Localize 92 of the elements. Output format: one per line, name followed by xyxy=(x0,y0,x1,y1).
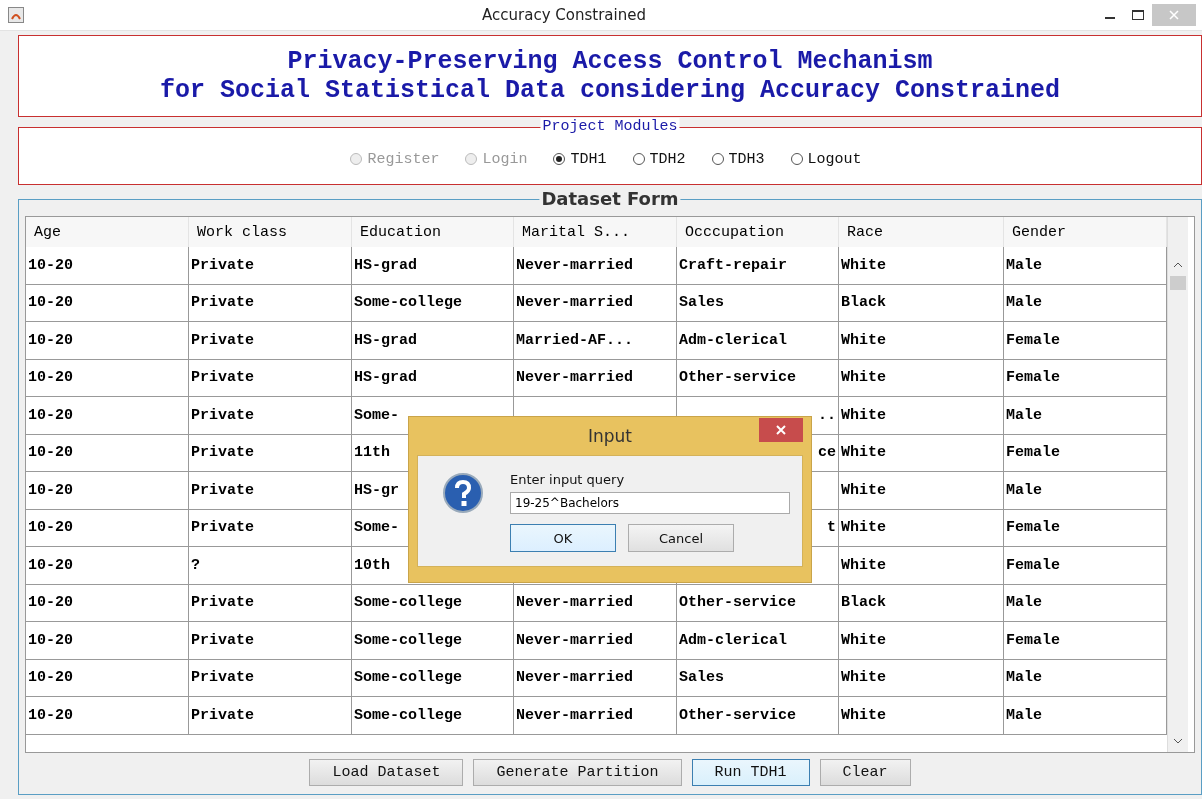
table-cell: Other-service xyxy=(677,584,839,622)
panel-legend: Project Modules xyxy=(540,118,680,136)
table-cell: 10-20 xyxy=(26,547,189,585)
table-cell: Some-college xyxy=(352,622,514,660)
table-cell: Never-married xyxy=(514,359,677,397)
table-cell: 10-20 xyxy=(26,584,189,622)
table-cell: 10-20 xyxy=(26,359,189,397)
table-cell: Private xyxy=(189,247,352,285)
table-cell: Married-AF... xyxy=(514,322,677,360)
close-icon[interactable] xyxy=(776,425,786,435)
table-cell: White xyxy=(839,359,1004,397)
table-cell: 10-20 xyxy=(26,659,189,697)
action-button[interactable]: Run TDH1 xyxy=(691,759,810,786)
dialog-button[interactable]: Cancel xyxy=(628,524,734,552)
column-header[interactable]: Gender xyxy=(1004,217,1167,247)
table-cell: White xyxy=(839,697,1004,735)
table-cell: Private xyxy=(189,472,352,510)
table-cell: Private xyxy=(189,622,352,660)
table-cell: Some-college xyxy=(352,697,514,735)
table-cell: Private xyxy=(189,584,352,622)
action-button[interactable]: Clear xyxy=(819,759,911,786)
table-cell: Sales xyxy=(677,284,839,322)
module-radio[interactable]: TDH2 xyxy=(632,150,686,168)
table-cell: White xyxy=(839,547,1004,585)
table-cell: 10-20 xyxy=(26,284,189,322)
table-cell: Never-married xyxy=(514,584,677,622)
dialog-button[interactable]: OK xyxy=(510,524,616,552)
table-cell: Private xyxy=(189,359,352,397)
table-cell: Black xyxy=(839,584,1004,622)
table-cell: Private xyxy=(189,697,352,735)
table-cell: Some-college xyxy=(352,659,514,697)
close-button[interactable] xyxy=(759,418,803,442)
query-field[interactable]: 19-25^Bachelors xyxy=(510,492,790,514)
table-cell: 10-20 xyxy=(26,622,189,660)
question-icon xyxy=(442,472,484,514)
table-cell: HS-grad xyxy=(352,359,514,397)
table-cell: Never-married xyxy=(514,659,677,697)
table-cell: White xyxy=(839,509,1004,547)
table-cell: Never-married xyxy=(514,622,677,660)
table-cell: Other-service xyxy=(677,697,839,735)
table-cell: Private xyxy=(189,434,352,472)
table-cell: Some-college xyxy=(352,584,514,622)
header-title: for Social Statistical Data considering Accuracy Constrained xyxy=(159,76,1061,105)
table-cell: 10-20 xyxy=(26,472,189,510)
table-cell: White xyxy=(839,322,1004,360)
scrollbar[interactable] xyxy=(1167,217,1188,752)
table-cell: Craft-repair xyxy=(677,247,839,285)
table-cell: 10-20 xyxy=(26,509,189,547)
column-header[interactable]: Work class xyxy=(189,217,352,247)
module-radio[interactable]: TDH1 xyxy=(553,150,607,168)
column-header[interactable]: Age xyxy=(26,217,189,247)
table-cell: Some-college xyxy=(352,284,514,322)
table-cell: 10-20 xyxy=(26,247,189,285)
table-cell: White xyxy=(839,659,1004,697)
table-cell: ? xyxy=(189,547,352,585)
table-cell: Adm-clerical xyxy=(677,322,839,360)
window-title: Accuracy Constrained xyxy=(481,6,647,24)
column-header[interactable]: Race xyxy=(839,217,1004,247)
action-button[interactable]: Load Dataset xyxy=(309,759,464,786)
table-cell: 10-20 xyxy=(26,697,189,735)
table-cell: Private xyxy=(189,509,352,547)
table-cell: Never-married xyxy=(514,697,677,735)
column-header[interactable]: Occcupation xyxy=(677,217,839,247)
table-cell: White xyxy=(839,622,1004,660)
table-cell: HS-grad xyxy=(352,322,514,360)
table-cell: Never-married xyxy=(514,247,677,285)
table-cell: Private xyxy=(189,397,352,435)
app-icon xyxy=(8,7,24,23)
table-cell: Adm-clerical xyxy=(677,622,839,660)
table-cell: 10-20 xyxy=(26,434,189,472)
table-cell: White xyxy=(839,247,1004,285)
column-header[interactable]: Marital S... xyxy=(514,217,677,247)
dialog-title: Input xyxy=(587,426,633,446)
table-cell: White xyxy=(839,434,1004,472)
action-button[interactable]: Generate Partition xyxy=(473,759,682,786)
table-cell: White xyxy=(839,472,1004,510)
table-cell: Private xyxy=(189,284,352,322)
table-cell: White xyxy=(839,397,1004,435)
scroll-thumb[interactable] xyxy=(1170,276,1186,290)
table-cell: Black xyxy=(839,284,1004,322)
table-cell: Never-married xyxy=(514,284,677,322)
header-title: Privacy-Preserving Access Control Mechanism xyxy=(287,47,933,76)
module-radio[interactable]: TDH3 xyxy=(711,150,765,168)
module-radio[interactable]: Logout xyxy=(790,150,862,168)
table-cell: Sales xyxy=(677,659,839,697)
table-cell: HS-grad xyxy=(352,247,514,285)
table-cell: 10-20 xyxy=(26,397,189,435)
column-header[interactable]: Education xyxy=(352,217,514,247)
table-cell: Other-service xyxy=(677,359,839,397)
table-cell: Private xyxy=(189,322,352,360)
table-cell: 10-20 xyxy=(26,322,189,360)
table-cell: Private xyxy=(189,659,352,697)
